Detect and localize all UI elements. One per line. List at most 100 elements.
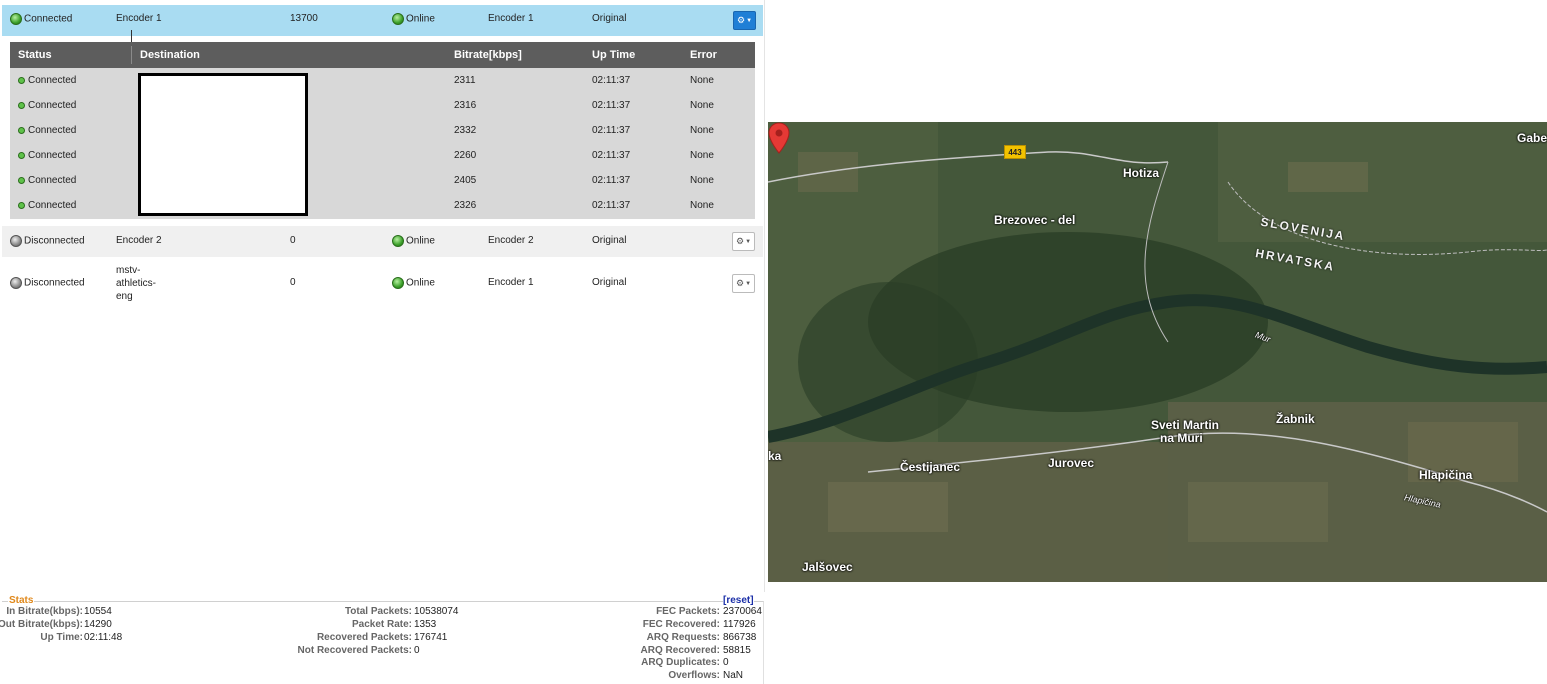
map-label-hlapicina: Hlapičina (1419, 468, 1473, 482)
stat-value: 2370064 (723, 606, 762, 617)
encoder-name: Encoder 2 (116, 235, 162, 246)
online-cell: Online (392, 277, 435, 289)
map-label-cestijanec: Čestijanec (900, 460, 961, 474)
stat-overflows: Overflows: (668, 670, 720, 681)
online-icon (392, 235, 404, 247)
status-cell: Connected (10, 13, 72, 25)
dest-uptime: 02:11:37 (592, 150, 631, 161)
destinations-header: Status Destination Bitrate[kbps] Up Time… (10, 42, 755, 68)
encoder-source: Encoder 1 (488, 277, 534, 288)
stat-packet-rate: Packet Rate: (351, 619, 412, 630)
destinations-table: Status Destination Bitrate[kbps] Up Time… (10, 42, 755, 219)
table-row[interactable]: Connected 2326 02:11:37 None (10, 193, 755, 218)
dest-bitrate: 2326 (454, 200, 477, 211)
stats-panel: Stats [reset] In Bitrate(kbps): 10554 Ou… (0, 595, 764, 684)
encoder-row[interactable]: Disconnected mstv- athletics- eng 0 Onli… (2, 258, 763, 308)
status-cell: Disconnected (10, 235, 85, 247)
dest-error: None (690, 175, 714, 186)
stat-value: 58815 (723, 645, 751, 656)
encoder-profile: Original (592, 13, 627, 24)
gear-icon: ⚙ (736, 15, 746, 25)
encoder-row[interactable]: Disconnected Encoder 2 0 Online Encoder … (2, 226, 763, 257)
settings-dropdown-button[interactable]: ⚙ ▼ (732, 274, 755, 293)
stat-not-recovered-packets: Not Recovered Packets: (297, 645, 413, 656)
dest-status: Connected (18, 150, 76, 161)
chevron-down-icon: ▼ (745, 280, 752, 287)
map-label-na-muri: na Muri (1160, 431, 1203, 445)
stat-arq-duplicates: ARQ Duplicates: (641, 657, 720, 668)
stat-value: 10538074 (414, 606, 459, 617)
map-label-hotiza: Hotiza (1123, 166, 1159, 180)
column-divider (131, 46, 132, 64)
dest-bitrate: 2260 (454, 150, 477, 161)
status-disconnected-icon (10, 277, 22, 289)
online-cell: Online (392, 13, 435, 25)
online-cell: Online (392, 235, 435, 247)
column-header-uptime[interactable]: Up Time (592, 49, 635, 61)
stat-value: 176741 (414, 632, 448, 643)
map-label-zabnik: Žabnik (1276, 412, 1315, 426)
status-connected-icon (18, 101, 25, 109)
status-connected-icon (18, 176, 25, 184)
stat-in-bitrate: In Bitrate(kbps): (6, 606, 83, 617)
status-connected-icon (18, 201, 25, 209)
dest-error: None (690, 200, 714, 211)
encoder-name: Encoder 1 (116, 13, 162, 24)
dest-bitrate: 2316 (454, 100, 477, 111)
encoder-row[interactable]: Connected Encoder 1 13700 Online Encoder… (2, 5, 763, 36)
gear-icon: ⚙ (735, 278, 745, 288)
stat-value: NaN (723, 670, 744, 681)
status-connected-icon (18, 151, 25, 159)
map-label-ka: ka (768, 449, 782, 463)
dest-error: None (690, 150, 714, 161)
map-label-brezovec: Brezovec - del (994, 213, 1076, 227)
stat-arq-requests: ARQ Requests: (646, 632, 720, 643)
dest-status: Connected (18, 175, 76, 186)
stat-value: 0 (723, 657, 729, 668)
panel-divider (764, 0, 765, 592)
status-connected-icon (18, 76, 25, 84)
dest-uptime: 02:11:37 (592, 125, 631, 136)
encoder-panel: Connected Encoder 1 13700 Online Encoder… (0, 0, 766, 684)
column-header-bitrate[interactable]: Bitrate[kbps] (454, 49, 522, 61)
encoder-bitrate: 0 (290, 277, 296, 288)
status-cell: Disconnected (10, 277, 85, 289)
dest-uptime: 02:11:37 (592, 100, 631, 111)
encoder-source: Encoder 2 (488, 235, 534, 246)
dest-error: None (690, 125, 714, 136)
table-row[interactable]: Connected 2316 02:11:37 None (10, 93, 755, 118)
satellite-map[interactable]: 443 Gabe Hotiza Brezovec - del SLOVENIJA… (768, 122, 1547, 582)
stat-up-time: Up Time: (40, 632, 83, 643)
stat-value: 0 (414, 645, 420, 656)
dest-uptime: 02:11:37 (592, 200, 631, 211)
column-header-status[interactable]: Status (18, 49, 52, 61)
location-pin-icon[interactable] (768, 122, 790, 154)
stat-recovered-packets: Recovered Packets: (316, 632, 412, 643)
road-number-badge: 443 (1004, 145, 1026, 159)
stat-value: 866738 (723, 632, 757, 643)
stat-fec-recovered: FEC Recovered: (642, 619, 720, 630)
redacted-destination-box (138, 73, 308, 216)
table-row[interactable]: Connected 2405 02:11:37 None (10, 168, 755, 193)
encoder-source: Encoder 1 (488, 13, 534, 24)
dest-status: Connected (18, 200, 76, 211)
dest-status: Connected (18, 75, 76, 86)
stat-value: 117926 (723, 619, 756, 630)
stat-fec-packets: FEC Packets: (656, 606, 720, 617)
status-connected-icon (18, 126, 25, 134)
settings-dropdown-button[interactable]: ⚙ ▼ (733, 11, 756, 30)
table-row[interactable]: Connected 2311 02:11:37 None (10, 68, 755, 93)
table-row[interactable]: Connected 2332 02:11:37 None (10, 118, 755, 143)
status-connected-icon (10, 13, 22, 25)
column-header-error[interactable]: Error (690, 49, 717, 61)
settings-dropdown-button[interactable]: ⚙ ▼ (732, 232, 755, 251)
encoder-bitrate: 0 (290, 235, 296, 246)
reset-link[interactable]: [reset] (723, 595, 754, 606)
table-row[interactable]: Connected 2260 02:11:37 None (10, 143, 755, 168)
map-terrain (768, 122, 1547, 582)
map-label-gabe: Gabe (1517, 131, 1547, 145)
encoder-bitrate: 13700 (290, 13, 318, 24)
column-header-destination[interactable]: Destination (140, 49, 200, 61)
stat-value: 14290 (84, 619, 112, 630)
stats-title: Stats (8, 595, 35, 606)
